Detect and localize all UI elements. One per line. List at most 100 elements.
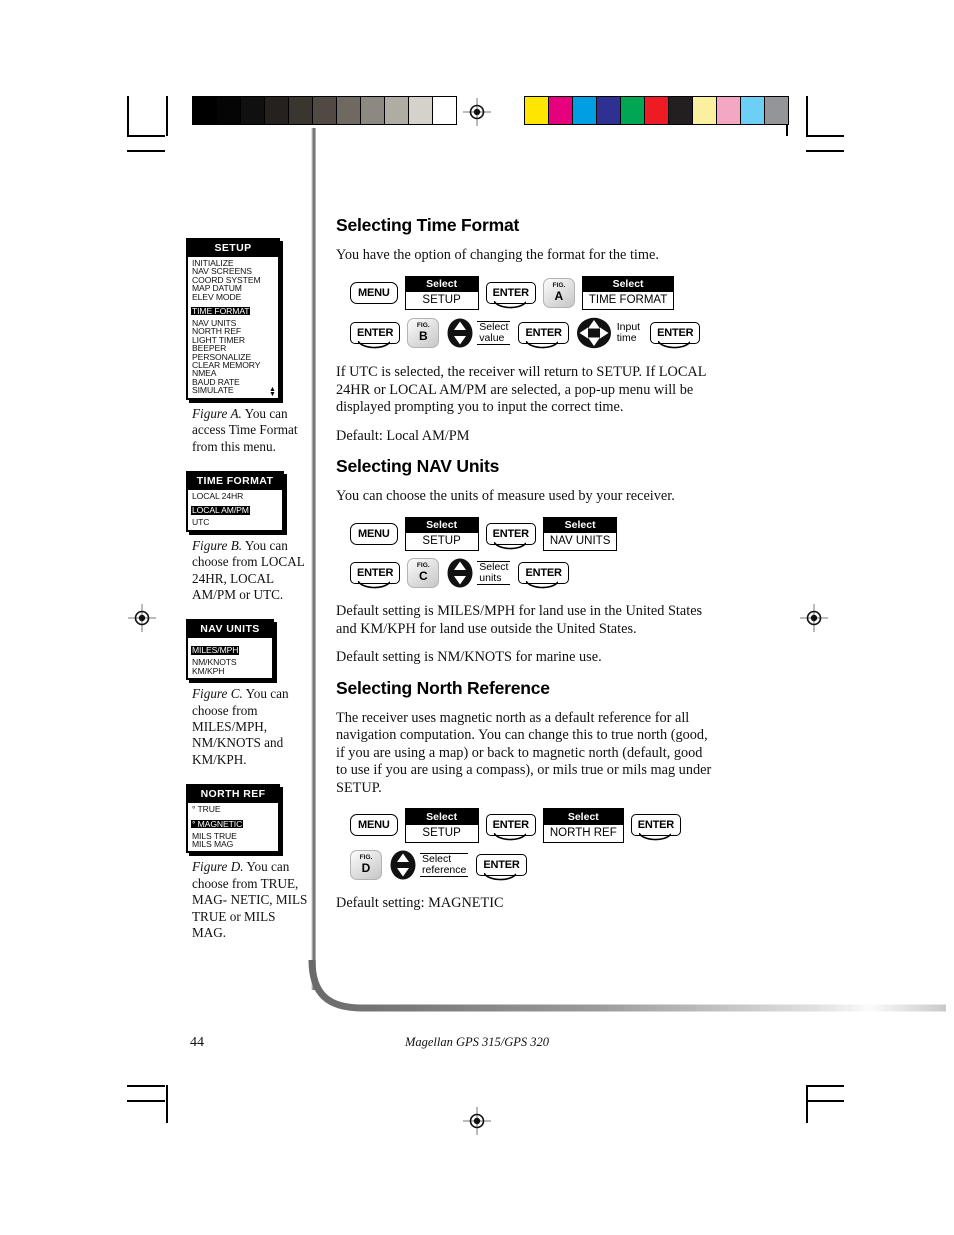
book-name: Magellan GPS 315/GPS 320 bbox=[404, 1035, 550, 1049]
lcd-menu-item[interactable]: MILS MAG bbox=[191, 839, 276, 848]
crop-mark bbox=[166, 1085, 168, 1123]
lcd-menu-item[interactable]: SIMULATE bbox=[191, 386, 276, 395]
manual-section: Selecting North Reference The receiver us… bbox=[336, 678, 716, 913]
lcd-menu-item[interactable]: LOCAL AM/PM bbox=[191, 506, 250, 515]
lcd-title: SETUP bbox=[188, 240, 278, 257]
key-tail-decoration bbox=[525, 340, 560, 350]
color-swatch bbox=[525, 97, 549, 124]
key-enter-button[interactable]: ENTER bbox=[518, 322, 569, 349]
lcd-prompt-value: NORTH REF bbox=[549, 826, 617, 839]
color-swatch bbox=[645, 97, 669, 124]
gray-swatch bbox=[265, 97, 289, 124]
lcd-screen-setup: SETUP INITIALIZE NAV SCREENS COORD SYSTEM MA… bbox=[186, 238, 280, 400]
lcd-menu-item[interactable]: LOCAL 24HR bbox=[191, 491, 280, 500]
key-enter-button[interactable]: ENTER bbox=[485, 281, 536, 309]
color-swatch bbox=[621, 97, 645, 124]
key-enter-button[interactable]: ENTER bbox=[485, 522, 536, 550]
section-heading: Selecting Time Format bbox=[336, 215, 520, 235]
up-down-arrows-icon[interactable] bbox=[389, 850, 417, 880]
updown-group: Select reference bbox=[389, 850, 476, 880]
key-enter-button[interactable]: ENTER bbox=[650, 322, 701, 349]
up-down-arrows-icon[interactable] bbox=[446, 558, 474, 588]
updown-group: Select value bbox=[446, 318, 518, 348]
key-menu-button[interactable]: MENU bbox=[350, 281, 398, 304]
section-heading: Selecting North Reference bbox=[336, 677, 550, 698]
divider-vertical bbox=[311, 128, 316, 990]
gray-swatch bbox=[337, 97, 361, 124]
lcd-prompt-setup: Select SETUP bbox=[404, 808, 479, 843]
manual-page: SETUP INITIALIZE NAV SCREENS COORD SYSTEM MA… bbox=[0, 0, 954, 1235]
crop-mark bbox=[806, 96, 808, 136]
lcd-menu-item[interactable]: ° TRUE bbox=[191, 805, 276, 814]
figure-reference-badge-c: FIG. C bbox=[407, 558, 440, 588]
crop-mark bbox=[806, 1085, 808, 1123]
color-swatch bbox=[549, 97, 573, 124]
lcd-prompt-value: TIME FORMAT bbox=[588, 294, 668, 306]
crop-mark bbox=[127, 1100, 165, 1102]
sequence-label-line: time bbox=[616, 332, 637, 344]
crop-mark bbox=[127, 150, 165, 152]
sidebar-divider-rule bbox=[306, 128, 322, 1008]
lcd-menu-item[interactable]: ° MAGNETIC bbox=[191, 819, 244, 828]
gray-swatch bbox=[409, 97, 433, 124]
sequence-label: Select units bbox=[477, 561, 511, 585]
lcd-prompt-header: Select bbox=[405, 809, 478, 825]
section-heading: Selecting NAV Units bbox=[336, 456, 500, 476]
lcd-prompt-header: Select bbox=[543, 809, 623, 825]
scroll-down-icon[interactable]: ▼ bbox=[269, 390, 276, 397]
figure-caption: Figure A. You can access Time Format fro… bbox=[192, 406, 308, 455]
key-enter-button[interactable]: ENTER bbox=[476, 853, 527, 880]
lcd-menu-item[interactable]: ELEV MODE bbox=[191, 292, 276, 301]
manual-section: Selecting NAV Units You can choose the un… bbox=[336, 456, 716, 667]
color-swatch bbox=[669, 97, 693, 124]
up-down-arrows-icon[interactable] bbox=[446, 318, 474, 348]
fourway-group: Input time bbox=[576, 317, 650, 349]
section-body-text: Default setting: MAGNETIC bbox=[336, 894, 504, 911]
key-enter-button[interactable]: ENTER bbox=[630, 814, 682, 841]
sequence-label: Input time bbox=[615, 322, 642, 344]
key-tail-decoration bbox=[525, 580, 560, 590]
key-tail-decoration bbox=[357, 340, 391, 350]
figure-badge-letter: C bbox=[418, 569, 428, 583]
figure-caption-label: Figure B. bbox=[192, 537, 243, 553]
color-swatch bbox=[741, 97, 765, 124]
sequence-label-line: reference bbox=[422, 863, 467, 876]
key-tail-decoration bbox=[492, 832, 527, 842]
sequence-label: Select reference bbox=[420, 852, 469, 877]
key-enter-button[interactable]: ENTER bbox=[485, 814, 536, 841]
figure-sidebar: SETUP INITIALIZE NAV SCREENS COORD SYSTEM MA… bbox=[186, 238, 308, 957]
section-intro-text: The receiver uses magnetic north as a de… bbox=[336, 709, 712, 796]
lcd-title: NORTH REF bbox=[188, 786, 278, 804]
key-menu-button[interactable]: MENU bbox=[350, 522, 398, 545]
key-enter-button[interactable]: ENTER bbox=[350, 562, 401, 589]
gray-swatch bbox=[217, 97, 241, 124]
lcd-menu-item[interactable]: UTC bbox=[191, 518, 280, 527]
crop-mark bbox=[127, 135, 165, 137]
sequence-label-line: Select bbox=[422, 852, 452, 865]
figure-block: NORTH REF ° TRUE ° MAGNETIC MILS TRUE MILS M… bbox=[186, 784, 308, 941]
figure-caption-label: Figure C. bbox=[192, 686, 243, 702]
lcd-prompt-header: Select bbox=[405, 276, 478, 292]
key-menu-button[interactable]: MENU bbox=[350, 814, 398, 837]
lcd-menu-item[interactable]: TIME FORMAT bbox=[191, 307, 251, 316]
figure-reference-badge-b: FIG. B bbox=[407, 318, 440, 348]
lcd-menu-item[interactable]: MILES/MPH bbox=[191, 646, 240, 655]
figure-block: NAV UNITS MILES/MPH NM/KNOTS KM/KPH Figure C… bbox=[186, 619, 306, 768]
figure-caption-label: Figure A. bbox=[192, 405, 242, 421]
lcd-menu-item[interactable]: KM/KPH bbox=[191, 666, 270, 675]
key-sequence-row-1: MENU Select SETUP ENTER Select NAV UNITS bbox=[350, 516, 716, 551]
section-body-text: Default setting is MILES/MPH for land us… bbox=[336, 603, 703, 637]
four-way-arrows-icon[interactable] bbox=[576, 317, 612, 349]
lcd-prompt-value: SETUP bbox=[422, 535, 461, 547]
gray-swatch bbox=[433, 97, 456, 124]
sequence-label-line: value bbox=[479, 332, 505, 344]
key-enter-button[interactable]: ENTER bbox=[518, 562, 569, 589]
key-tail-decoration bbox=[657, 340, 691, 350]
gray-swatch bbox=[385, 97, 409, 124]
figure-badge-letter: D bbox=[361, 860, 371, 875]
figure-caption: Figure D. You can choose from TRUE, MAG-… bbox=[192, 859, 308, 941]
key-enter-button[interactable]: ENTER bbox=[350, 322, 401, 349]
scroll-arrows-icon[interactable]: ▲ ▼ bbox=[269, 385, 276, 397]
gray-swatch bbox=[361, 97, 385, 124]
figure-caption: Figure B. You can choose from LOCAL 24HR… bbox=[192, 538, 308, 604]
